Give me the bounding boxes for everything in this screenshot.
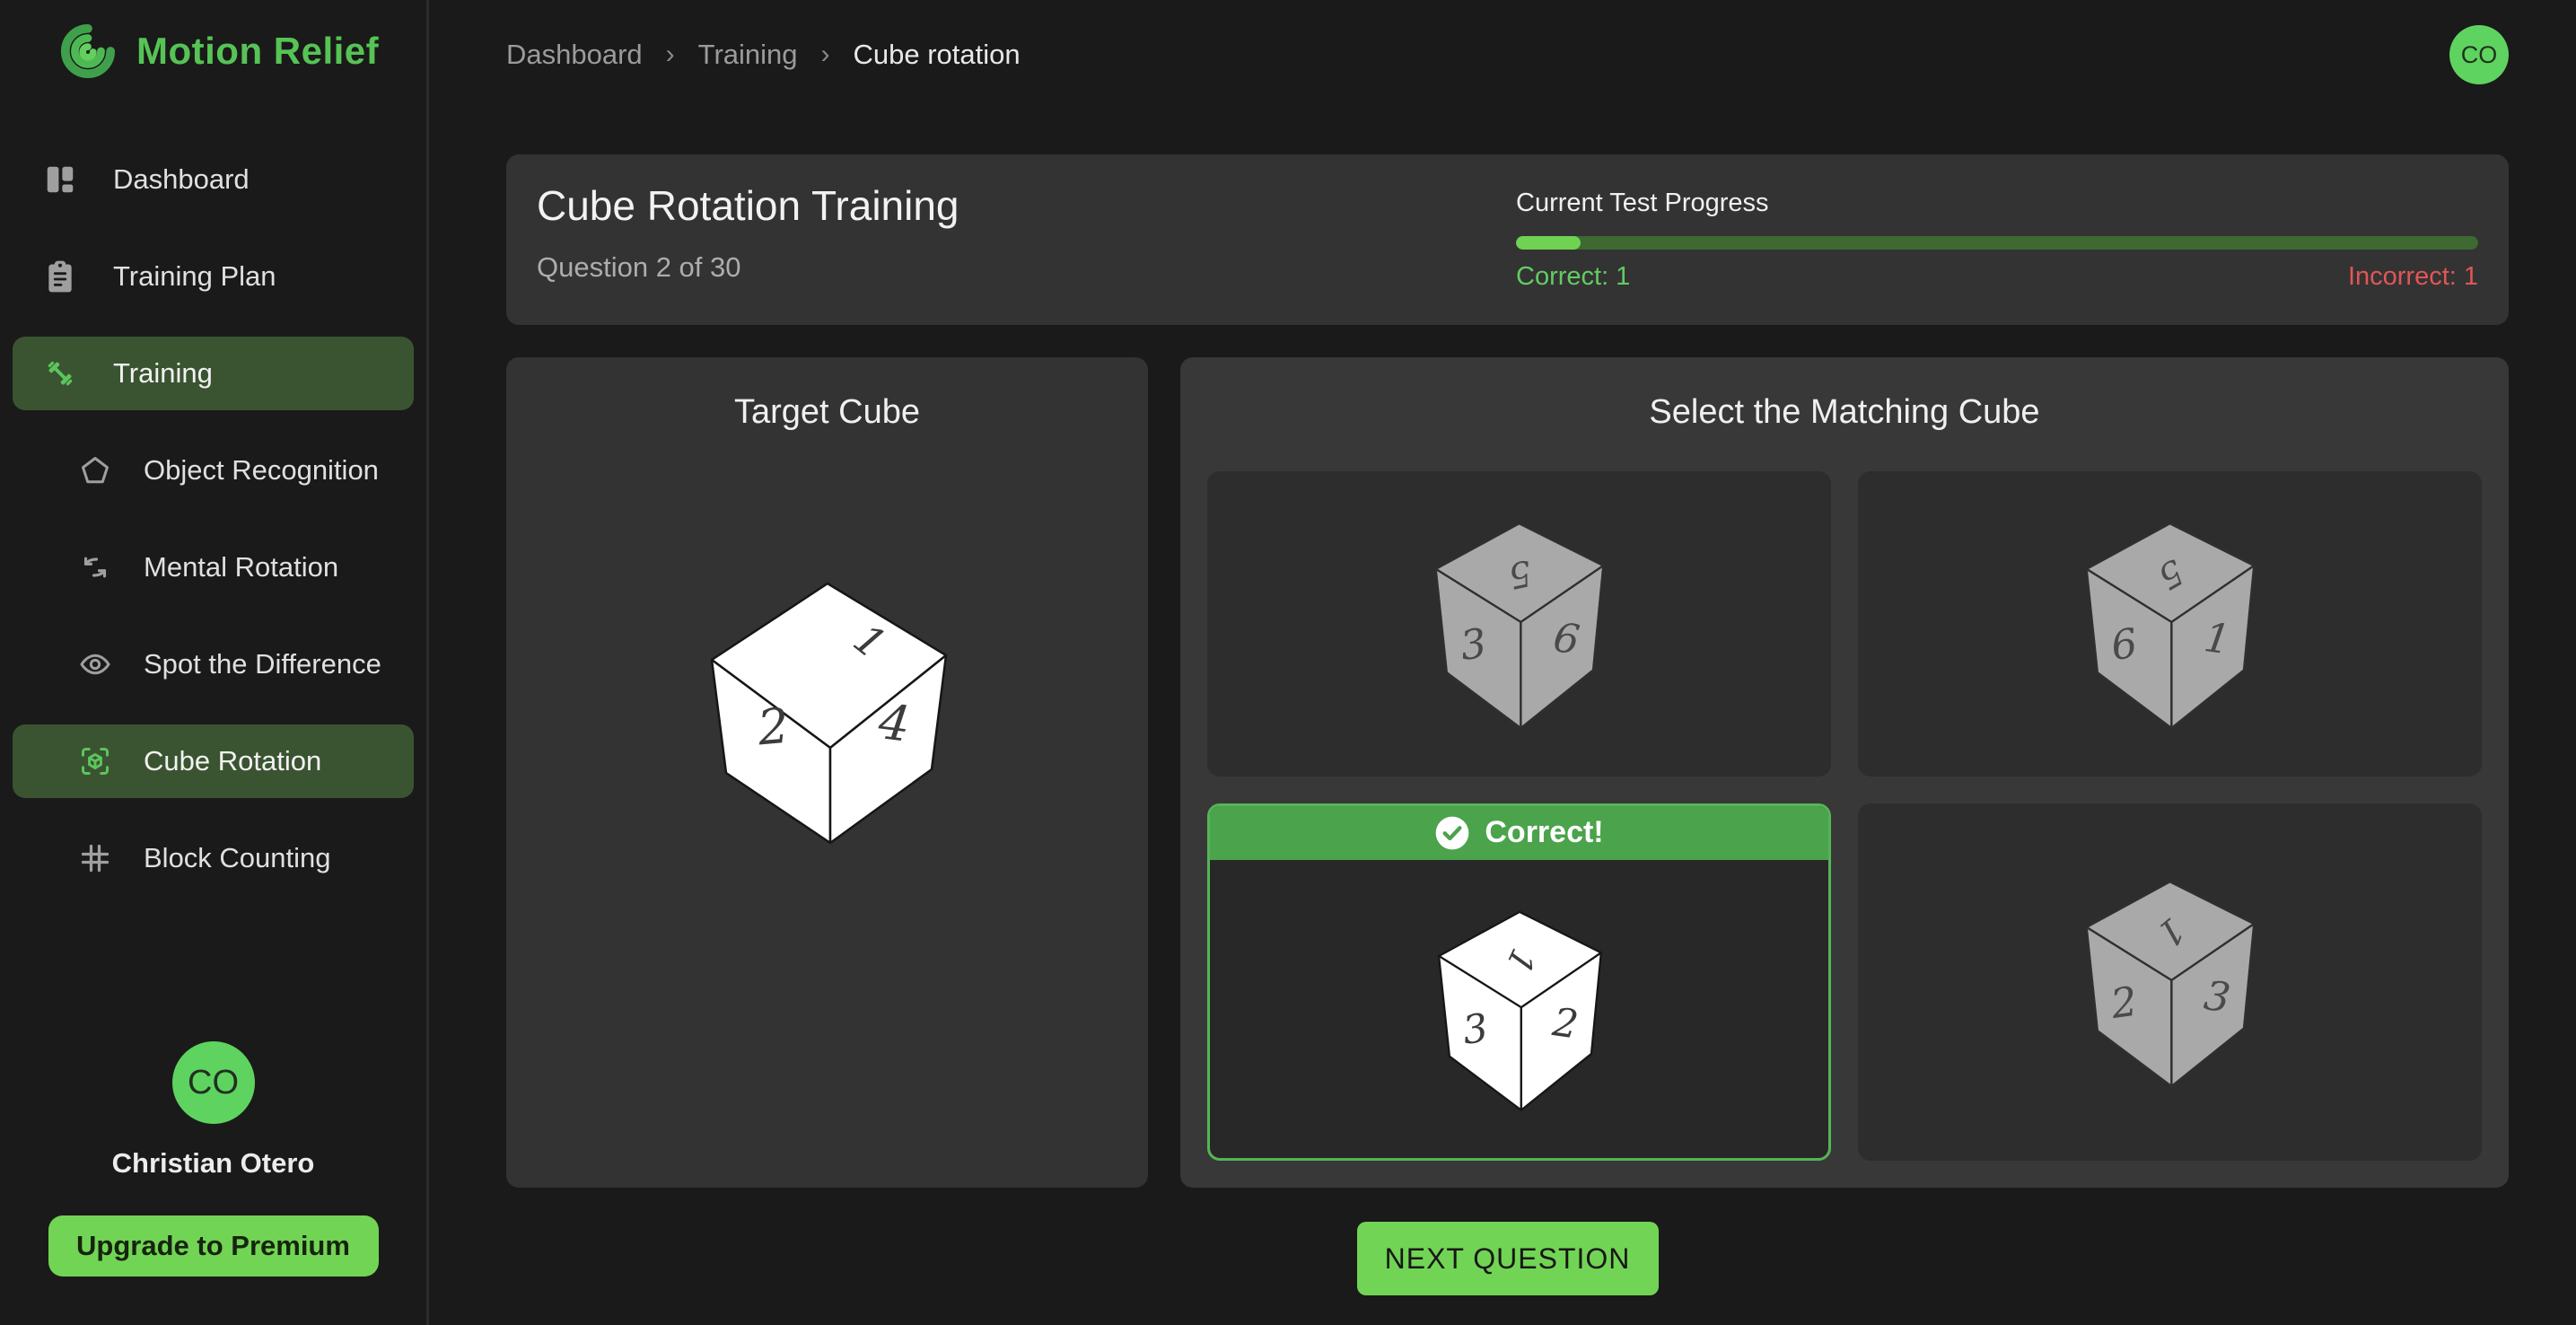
eye-icon: [79, 648, 111, 680]
brand-logo[interactable]: Motion Relief: [0, 16, 426, 86]
cube-graphic: 124: [693, 571, 962, 851]
options-panel: Select the Matching Cube 536 561 Correct! 1…: [1180, 357, 2509, 1188]
correct-cube-body: 132: [1210, 860, 1828, 1158]
cube-graphic: 132: [1422, 902, 1617, 1116]
sidebar-item-cube-rotation[interactable]: Cube Rotation: [13, 724, 414, 798]
page-title: Cube Rotation Training: [537, 181, 959, 230]
topbar: Dashboard › Training › Cube rotation CO: [506, 0, 2509, 110]
sidebar-item-label: Object Recognition: [144, 454, 379, 487]
svg-text:2: 2: [754, 698, 791, 757]
check-circle-icon: [1434, 815, 1470, 851]
training-header-left: Cube Rotation Training Question 2 of 30: [537, 181, 959, 298]
sidebar-item-object-recognition[interactable]: Object Recognition: [13, 434, 414, 507]
sidebar-item-training[interactable]: Training: [13, 337, 414, 410]
correct-banner: Correct!: [1210, 806, 1828, 860]
brand-spiral-icon: [59, 23, 115, 79]
next-question-button[interactable]: NEXT QUESTION: [1357, 1222, 1659, 1295]
cube-graphic: 561: [2069, 513, 2271, 734]
sidebar-item-block-counting[interactable]: Block Counting: [13, 821, 414, 895]
correct-banner-label: Correct!: [1485, 815, 1603, 850]
options-panel-title: Select the Matching Cube: [1180, 393, 2509, 432]
sidebar-item-spot-the-difference[interactable]: Spot the Difference: [13, 627, 414, 701]
panels-row: Target Cube 124 Select the Matching Cube…: [506, 357, 2509, 1188]
topbar-avatar-initials: CO: [2461, 41, 2498, 69]
sidebar-item-label: Cube Rotation: [144, 745, 321, 777]
incorrect-count: Incorrect: 1: [2348, 262, 2478, 292]
next-button-row: NEXT QUESTION: [506, 1222, 2509, 1295]
cube-graphic: 536: [1418, 513, 1620, 734]
options-grid: 536 561 Correct! 132 123: [1207, 471, 2482, 1161]
breadcrumb-dashboard[interactable]: Dashboard: [506, 39, 643, 71]
sidebar-item-label: Training: [113, 357, 213, 390]
rotate-icon: [79, 551, 111, 584]
dumbbell-icon: [43, 356, 77, 390]
sidebar-item-label: Block Counting: [144, 842, 331, 874]
sidebar-item-label: Training Plan: [113, 260, 276, 293]
breadcrumb-separator-icon: ›: [821, 39, 830, 70]
cube-option-4[interactable]: 123: [1858, 803, 2482, 1161]
sidebar-item-label: Mental Rotation: [144, 551, 338, 584]
sidebar-user-name: Christian Otero: [112, 1147, 315, 1180]
sidebar-item-mental-rotation[interactable]: Mental Rotation: [13, 531, 414, 604]
clipboard-icon: [43, 259, 77, 294]
breadcrumb-separator-icon: ›: [666, 39, 675, 70]
sidebar: Motion Relief Dashboard Training Plan Trai…: [0, 0, 429, 1325]
upgrade-premium-button[interactable]: Upgrade to Premium: [48, 1215, 379, 1277]
training-header-card: Cube Rotation Training Question 2 of 30 …: [506, 154, 2509, 325]
sidebar-item-dashboard[interactable]: Dashboard: [13, 143, 414, 216]
progress-label: Current Test Progress: [1516, 189, 2478, 218]
sidebar-avatar-initials: CO: [188, 1064, 239, 1102]
target-cube-panel: Target Cube 124: [506, 357, 1148, 1188]
sidebar-nav: Dashboard Training Plan Training Object Rec…: [0, 131, 426, 907]
target-cube: 124: [693, 432, 962, 1188]
sidebar-item-label: Dashboard: [113, 163, 250, 196]
sidebar-user-block: CO Christian Otero Upgrade to Premium: [0, 1041, 426, 1277]
progress-block: Current Test Progress Correct: 1 Incorre…: [1516, 181, 2478, 298]
sidebar-avatar[interactable]: CO: [172, 1041, 255, 1124]
cube-scan-icon: [79, 745, 111, 777]
progress-stats: Correct: 1 Incorrect: 1: [1516, 262, 2478, 292]
cube-graphic: 123: [2069, 872, 2271, 1092]
topbar-avatar[interactable]: CO: [2449, 25, 2509, 84]
correct-count: Correct: 1: [1516, 262, 1630, 292]
question-counter: Question 2 of 30: [537, 251, 959, 284]
sidebar-item-training-plan[interactable]: Training Plan: [13, 240, 414, 313]
target-panel-title: Target Cube: [734, 393, 920, 432]
breadcrumb: Dashboard › Training › Cube rotation: [506, 39, 1021, 71]
progress-bar-track: [1516, 236, 2478, 250]
main-area: Dashboard › Training › Cube rotation CO Cube…: [429, 0, 2576, 1325]
cube-option-1[interactable]: 536: [1207, 471, 1831, 777]
pentagon-icon: [79, 454, 111, 487]
breadcrumb-training[interactable]: Training: [698, 39, 798, 71]
dashboard-icon: [43, 162, 77, 197]
progress-bar-fill: [1516, 236, 1581, 250]
breadcrumb-cube-rotation: Cube rotation: [854, 39, 1021, 71]
cube-option-3-correct[interactable]: Correct! 132: [1207, 803, 1831, 1161]
grid-icon: [79, 842, 111, 874]
cube-option-2[interactable]: 561: [1858, 471, 2482, 777]
brand-name: Motion Relief: [136, 30, 379, 73]
sidebar-item-label: Spot the Difference: [144, 648, 381, 680]
